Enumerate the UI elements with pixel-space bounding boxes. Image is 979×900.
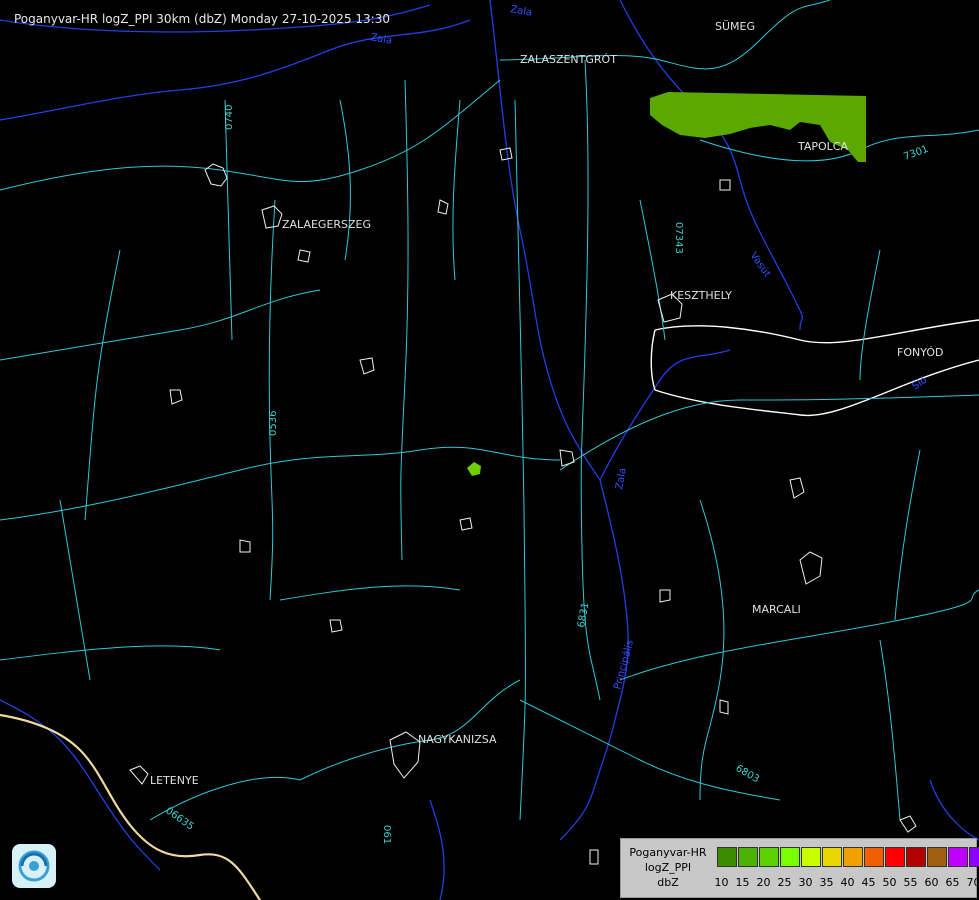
city-label-tapolca: TAPOLCA <box>797 140 848 153</box>
city-label-sumeg: SÜMEG <box>715 20 755 33</box>
radar-map[interactable]: SÜMEG ZALASZENTGRÓT TAPOLCA ZALAEGERSZEG… <box>0 0 979 900</box>
legend-tick-label: 25 <box>777 876 792 889</box>
legend-tick-label: 20 <box>756 876 771 889</box>
legend-tick-label: 35 <box>819 876 834 889</box>
legend-tick-label: 65 <box>945 876 960 889</box>
legend-swatch <box>948 847 968 867</box>
legend-tick-row: 10 15 20 25 30 35 40 45 50 55 60 65 70 <box>711 876 979 889</box>
legend-tick-label: 30 <box>798 876 813 889</box>
legend-swatch <box>717 847 737 867</box>
city-label-letenye: LETENYE <box>150 774 199 787</box>
radar-echo-center <box>467 462 481 476</box>
legend-tick-label: 60 <box>924 876 939 889</box>
legend-tick-label: 70 <box>966 876 979 889</box>
legend-swatch <box>927 847 947 867</box>
city-label-nagykanizsa: NAGYKANIZSA <box>418 733 497 746</box>
legend-swatch <box>885 847 905 867</box>
road-label-07343: 07343 <box>673 222 684 254</box>
legend-tick-label: 10 <box>714 876 729 889</box>
legend-swatch <box>738 847 758 867</box>
river-label-zala-north: Zala <box>509 4 532 19</box>
legend-tick-label: 55 <box>903 876 918 889</box>
legend-swatch <box>822 847 842 867</box>
river-label-principalis: Principális <box>611 639 636 691</box>
legend-swatch <box>864 847 884 867</box>
legend-tick-label: 45 <box>861 876 876 889</box>
dbz-legend: Poganyvar-HR logZ_PPI dbZ 10 15 20 25 30 35 40… <box>620 838 979 898</box>
city-label-zalaegerszeg: ZALAEGERSZEG <box>282 218 371 231</box>
road-label-6831: 6831 <box>576 602 591 629</box>
city-label-zalaszentgrot: ZALASZENTGRÓT <box>520 53 617 66</box>
map-title: Poganyvar-HR logZ_PPI 30km (dbZ) Monday … <box>14 12 390 26</box>
legend-swatch <box>801 847 821 867</box>
road-label-0536: 0536 <box>268 411 279 436</box>
road-label-06635: 06635 <box>163 805 195 832</box>
legend-tick-label: 15 <box>735 876 750 889</box>
river-label-zala-south: Zala <box>614 467 629 490</box>
road-label-061: 061 <box>381 825 392 844</box>
city-label-keszthely: KESZTHELY <box>670 289 732 302</box>
legend-tick-label: 40 <box>840 876 855 889</box>
legend-swatch <box>780 847 800 867</box>
legend-source-line: Poganyvar-HR <box>629 846 707 859</box>
legend-color-scale <box>717 847 979 867</box>
legend-source-line: dbZ <box>657 876 679 889</box>
legend-swatch <box>843 847 863 867</box>
road-label-7301: 7301 <box>902 144 930 163</box>
radar-logo-icon <box>12 844 56 888</box>
legend-source: Poganyvar-HR logZ_PPI dbZ <box>623 845 713 890</box>
road-label-6803: 6803 <box>734 763 762 785</box>
river-label-zala-west: Zala <box>369 32 392 47</box>
city-label-fonyod: FONYÓD <box>897 346 943 359</box>
legend-swatch <box>969 847 979 867</box>
legend-tick-label: 50 <box>882 876 897 889</box>
lake-balaton <box>650 319 979 417</box>
river-label-vasut: Vasút <box>748 250 774 280</box>
legend-swatch <box>759 847 779 867</box>
legend-swatch <box>906 847 926 867</box>
road-label-0740: 0740 <box>224 105 235 130</box>
legend-source-line: logZ_PPI <box>644 861 692 874</box>
city-label-marcali: MARCALI <box>752 603 801 616</box>
